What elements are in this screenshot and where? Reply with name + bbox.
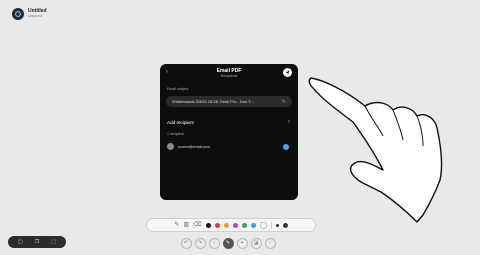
- color-swatch[interactable]: [232, 222, 238, 228]
- color-swatch[interactable]: [259, 221, 267, 229]
- pages-icon[interactable]: ▢: [18, 239, 23, 245]
- recipient-row[interactable]: ucorte@email.com: [167, 143, 289, 150]
- eraser-icon[interactable]: ⌫: [193, 222, 201, 228]
- add-recipient-row[interactable]: Add recipient ›: [167, 119, 290, 125]
- highlighter-icon[interactable]: ▥: [183, 222, 189, 228]
- pointing-hand-illustration: [308, 77, 443, 223]
- selected-check-icon[interactable]: [283, 143, 289, 150]
- chevron-right-icon: ›: [288, 119, 290, 125]
- color-swatch[interactable]: [205, 222, 211, 228]
- avatar: [167, 143, 174, 150]
- color-swatch[interactable]: [241, 222, 247, 228]
- select-icon[interactable]: ⌖: [236, 237, 248, 249]
- subject-value: Whiteboards 3/3/20 15:28, Desk Pro - Doe…: [172, 99, 254, 104]
- shape-icon[interactable]: ○: [208, 237, 220, 249]
- dialog-subtitle: Recipients: [220, 74, 238, 78]
- send-button[interactable]: [283, 68, 292, 77]
- document-subtitle: Unsaved: [28, 14, 42, 19]
- send-icon: [285, 70, 290, 75]
- minus-icon[interactable]: −: [264, 237, 276, 249]
- redo-icon[interactable]: ↷: [194, 237, 206, 249]
- drawing-toolbar: ✎ ▥ ⌫: [146, 218, 316, 232]
- page-controls: ▢ ❐ ⬚: [8, 236, 66, 248]
- color-swatch[interactable]: [250, 222, 256, 228]
- copy-icon[interactable]: ❐: [35, 239, 39, 245]
- color-swatch[interactable]: [223, 222, 229, 228]
- add-recipient-label: Add recipient: [167, 119, 194, 125]
- email-pdf-dialog: ‹ Email PDF Recipients Email subject Whi…: [160, 64, 298, 200]
- pen-icon[interactable]: ✎: [174, 222, 179, 228]
- whiteboard-badge[interactable]: Untitled Unsaved: [12, 8, 47, 20]
- color-swatch[interactable]: [214, 222, 220, 228]
- sticky-note-icon[interactable]: ◪: [250, 237, 262, 249]
- stroke-thin[interactable]: [275, 223, 279, 227]
- recipient-count: 1 recipient: [167, 132, 184, 136]
- whiteboard-icon: [12, 8, 24, 20]
- pen-tool-icon[interactable]: ✎: [222, 237, 234, 249]
- subject-field[interactable]: Whiteboards 3/3/20 15:28, Desk Pro - Doe…: [166, 96, 292, 107]
- subject-label: Email subject: [167, 87, 189, 91]
- canvas-tools: ↶ ↷ ○ ✎ ⌖ ◪ −: [178, 236, 278, 250]
- undo-icon[interactable]: ↶: [180, 237, 192, 249]
- recipient-email: ucorte@email.com: [178, 144, 210, 149]
- stroke-medium[interactable]: [282, 222, 288, 228]
- divider: [270, 221, 272, 229]
- pencil-icon[interactable]: ✎: [282, 99, 286, 105]
- share-icon[interactable]: ⬚: [51, 239, 56, 245]
